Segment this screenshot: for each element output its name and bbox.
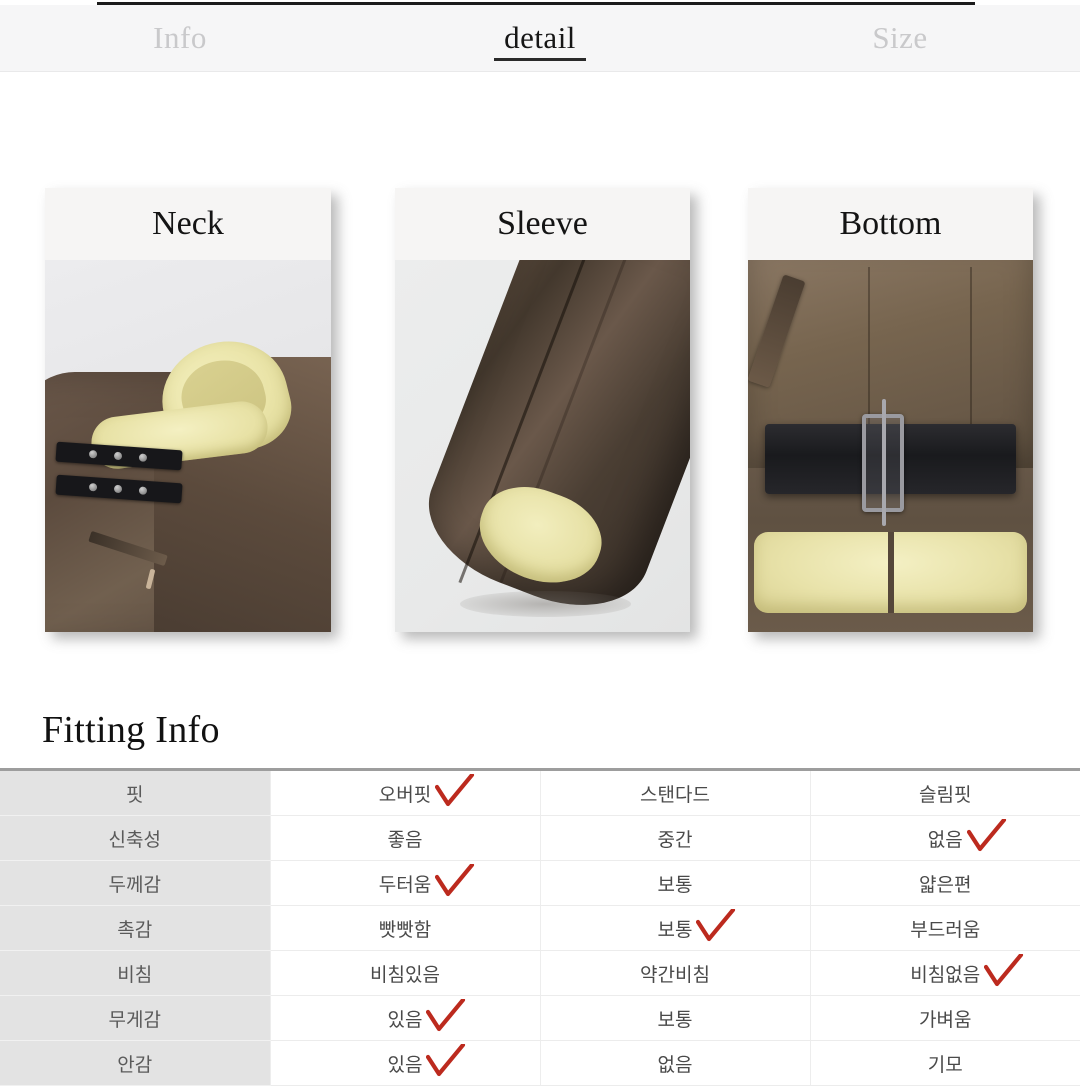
fitting-row-label: 무게감 [0,995,270,1041]
tab-bar: Info detail Size [0,5,1080,72]
checkmark-icon [696,908,736,942]
fitting-option[interactable]: 가벼움 [809,995,1080,1041]
fitting-row-label: 촉감 [0,905,270,951]
fitting-info-row: 무게감 있음 보통 가벼움 [0,995,1080,1041]
fitting-option[interactable]: 약간비침 [539,950,810,996]
fitting-option-label: 얇은편 [919,874,972,896]
fitting-option-selected[interactable]: 있음 [269,1040,540,1086]
checkmark-icon [966,818,1006,852]
fitting-row-label: 안감 [0,1040,270,1086]
fitting-option-selected[interactable]: 오버핏 [269,769,540,816]
detail-card-bottom[interactable]: Bottom [748,188,1033,632]
fitting-option-label: 기모 [927,1054,963,1076]
detail-card-neck-title: Neck [45,188,331,260]
tab-detail-label: detail [504,20,576,55]
fitting-option[interactable]: 스탠다드 [539,769,810,816]
fitting-info-heading: Fitting Info [42,709,220,751]
fitting-option-label: 보통 [657,874,693,896]
tab-size[interactable]: Size [720,5,1080,71]
detail-card-sleeve-title: Sleeve [395,188,690,260]
sleeve-closeup-photo [395,260,690,632]
fitting-option[interactable]: 보통 [539,995,810,1041]
fitting-option-label: 있음 [387,1009,423,1031]
fitting-row-label: 핏 [0,769,270,816]
checkmark-icon [426,998,466,1032]
fitting-option-label: 슬림핏 [919,784,972,806]
fitting-option-label: 보통 [657,919,693,941]
tab-active-underline [494,58,586,61]
fitting-option-label: 없음 [927,829,963,851]
fitting-option-label: 오버핏 [378,784,432,806]
detail-card-row: Neck Sleeve Bottom [0,188,1080,648]
fitting-row-label: 두께감 [0,860,270,906]
tab-info-label: Info [153,20,207,55]
fitting-info-table-body: 핏 오버핏 스탠다드 슬림핏 신축성 좋음 중간 없음 두께감 두터움 보통 얇은편 촉감 빳빳함 보통 부드… [0,769,1080,1086]
fitting-option[interactable]: 보통 [539,860,810,906]
fitting-option-selected[interactable]: 있음 [269,995,540,1041]
fitting-option-selected[interactable]: 보통 [539,905,810,951]
fitting-option-selected[interactable]: 두터움 [269,860,540,906]
fitting-option-label: 보통 [657,1009,693,1031]
checkmark-icon [435,863,475,897]
fitting-option-label: 좋음 [387,829,423,851]
neck-closeup-photo [45,260,331,632]
fitting-info-row: 신축성 좋음 중간 없음 [0,815,1080,861]
fitting-row-label: 비침 [0,950,270,996]
fitting-option-label: 부드러움 [910,919,981,941]
fitting-row-label: 신축성 [0,815,270,861]
detail-card-bottom-title: Bottom [748,188,1033,260]
fitting-option-label: 없음 [657,1054,693,1076]
fitting-info-row: 안감 있음 없음 기모 [0,1040,1080,1086]
checkmark-icon [426,1043,466,1077]
fitting-option[interactable]: 슬림핏 [809,769,1080,816]
fitting-option[interactable]: 중간 [539,815,810,861]
fitting-option-label: 약간비침 [640,964,710,986]
fitting-option-label: 비침없음 [910,964,981,986]
checkmark-icon [435,773,475,807]
fitting-info-row: 핏 오버핏 스탠다드 슬림핏 [0,769,1080,816]
fitting-option-selected[interactable]: 비침없음 [809,950,1080,996]
fitting-info-row: 두께감 두터움 보통 얇은편 [0,860,1080,906]
detail-card-neck[interactable]: Neck [45,188,331,632]
detail-card-sleeve[interactable]: Sleeve [395,188,690,632]
fitting-option-label: 두터움 [378,874,432,896]
fitting-option-selected[interactable]: 없음 [809,815,1080,861]
tab-info[interactable]: Info [0,5,360,71]
tab-size-label: Size [872,20,928,55]
bottom-closeup-photo [748,260,1033,632]
fitting-option[interactable]: 없음 [539,1040,810,1086]
fitting-option[interactable]: 빳빳함 [269,905,540,951]
fitting-info-row: 촉감 빳빳함 보통 부드러움 [0,905,1080,951]
fitting-option-label: 중간 [657,829,693,851]
fitting-option[interactable]: 얇은편 [809,860,1080,906]
fitting-option-label: 스탠다드 [640,784,710,806]
fitting-option-label: 가벼움 [919,1009,972,1031]
fitting-option[interactable]: 부드러움 [809,905,1080,951]
fitting-info-row: 비침 비침있음 약간비침 비침없음 [0,950,1080,996]
fitting-option[interactable]: 기모 [809,1040,1080,1086]
fitting-option[interactable]: 비침있음 [269,950,540,996]
fitting-option-label: 빳빳함 [378,919,432,941]
checkmark-icon [984,953,1024,987]
fitting-info-table: 핏 오버핏 스탠다드 슬림핏 신축성 좋음 중간 없음 두께감 두터움 보통 얇은편 촉감 빳빳함 보통 부드… [0,768,1080,1086]
fitting-option[interactable]: 좋음 [269,815,540,861]
tab-detail[interactable]: detail [360,5,720,71]
fitting-option-label: 있음 [387,1054,423,1076]
fitting-option-label: 비침있음 [370,964,440,986]
